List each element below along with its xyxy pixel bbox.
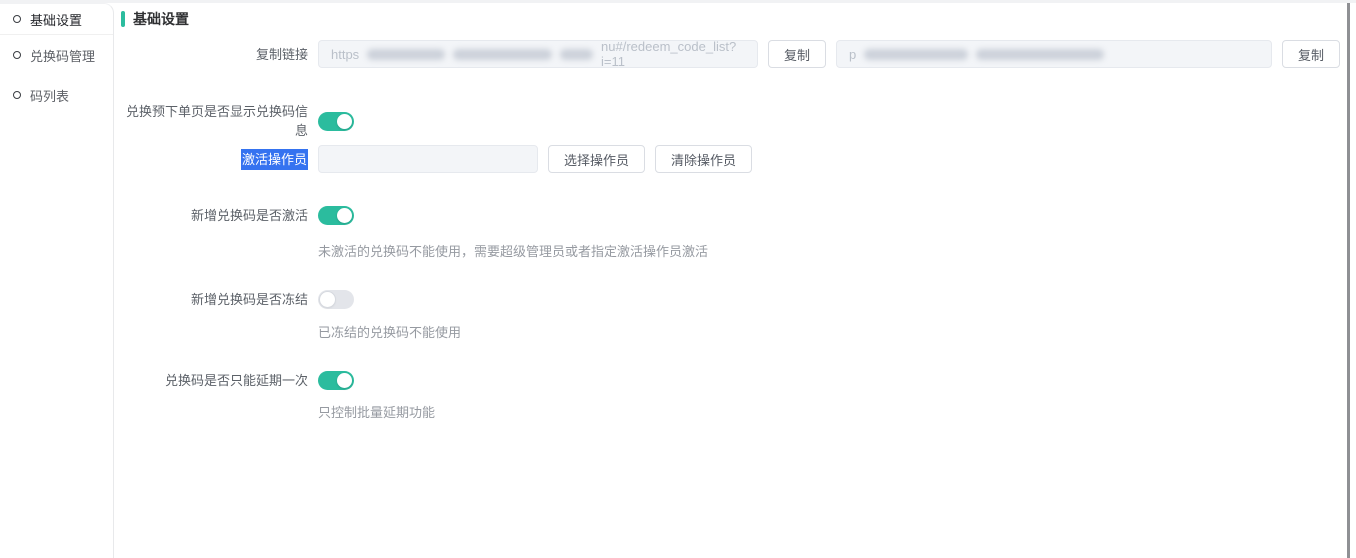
sidebar-item-label: 基础设置: [30, 12, 83, 28]
sidebar-item-basic-settings[interactable]: 基础设置: [0, 4, 113, 35]
secret-prefix-text: p: [849, 46, 857, 62]
delay-once-label: 兑换码是否只能延期一次: [164, 373, 308, 388]
page-title: 基础设置: [133, 11, 189, 27]
activate-row: 新增兑换码是否激活: [121, 206, 354, 225]
page-top-edge: [0, 0, 1356, 3]
delay-once-hint: 只控制批量延期功能: [318, 405, 436, 420]
radio-circle-icon: [13, 91, 21, 99]
redacted-text: [452, 48, 553, 60]
copy-secret-button[interactable]: 复制: [1282, 40, 1341, 68]
redacted-text: [864, 48, 969, 60]
secret-input[interactable]: p: [836, 40, 1273, 68]
radio-circle-icon: [13, 15, 21, 23]
activate-hint: 未激活的兑换码不能使用，需要超级管理员或者指定激活操作员激活: [318, 244, 709, 259]
copy-link-row: 复制链接 https nu#/redeem_code_list?i=11 复制 …: [121, 39, 1341, 69]
accent-bar: [121, 11, 125, 27]
show-info-toggle[interactable]: [318, 111, 354, 131]
operator-label-text: 激活操作员: [240, 148, 308, 170]
clear-operator-button[interactable]: 清除操作员: [655, 145, 753, 173]
redacted-text: [560, 48, 594, 60]
operator-row: 激活操作员 选择操作员 清除操作员: [121, 145, 753, 173]
copy-link-input[interactable]: https nu#/redeem_code_list?i=11: [318, 39, 758, 69]
toggle-knob: [337, 208, 352, 223]
copy-link-label: 复制链接: [255, 46, 308, 62]
vertical-scrollbar[interactable]: [1347, 3, 1350, 558]
sidebar-item-label: 码列表: [30, 88, 70, 104]
toggle-knob: [337, 113, 352, 129]
section-header: 基础设置: [121, 9, 189, 29]
settings-sidebar: 基础设置 兑换码管理 码列表: [0, 3, 114, 558]
redacted-text: [976, 48, 1105, 60]
delay-once-toggle[interactable]: [318, 371, 354, 390]
freeze-label: 新增兑换码是否冻结: [190, 292, 308, 307]
copy-link-button[interactable]: 复制: [768, 40, 827, 68]
sidebar-item-label: 兑换码管理: [30, 48, 96, 64]
operator-input[interactable]: [318, 145, 538, 173]
redeem-code-settings-page: 基础设置 兑换码管理 码列表 基础设置 复制链接 https nu#/redee…: [0, 0, 1356, 558]
show-info-label: 兑换预下单页是否显示兑换码信息: [125, 104, 308, 138]
freeze-toggle[interactable]: [318, 290, 354, 309]
url-prefix-text: https: [331, 46, 360, 62]
toggle-knob: [337, 373, 352, 388]
activate-toggle[interactable]: [318, 206, 354, 225]
operator-label: 激活操作员: [121, 148, 308, 170]
sidebar-item-code-management[interactable]: 兑换码管理: [0, 35, 113, 75]
url-suffix-text: nu#/redeem_code_list?i=11: [601, 39, 737, 69]
toggle-knob: [320, 292, 335, 307]
delay-once-row: 兑换码是否只能延期一次: [121, 371, 354, 390]
show-info-row: 兑换预下单页是否显示兑换码信息: [121, 102, 354, 140]
freeze-row: 新增兑换码是否冻结: [121, 290, 354, 309]
sidebar-item-code-list[interactable]: 码列表: [0, 75, 113, 115]
redacted-text: [367, 48, 445, 60]
radio-circle-icon: [13, 51, 21, 59]
freeze-hint: 已冻结的兑换码不能使用: [318, 325, 462, 340]
select-operator-button[interactable]: 选择操作员: [548, 145, 646, 173]
activate-label: 新增兑换码是否激活: [190, 208, 308, 223]
